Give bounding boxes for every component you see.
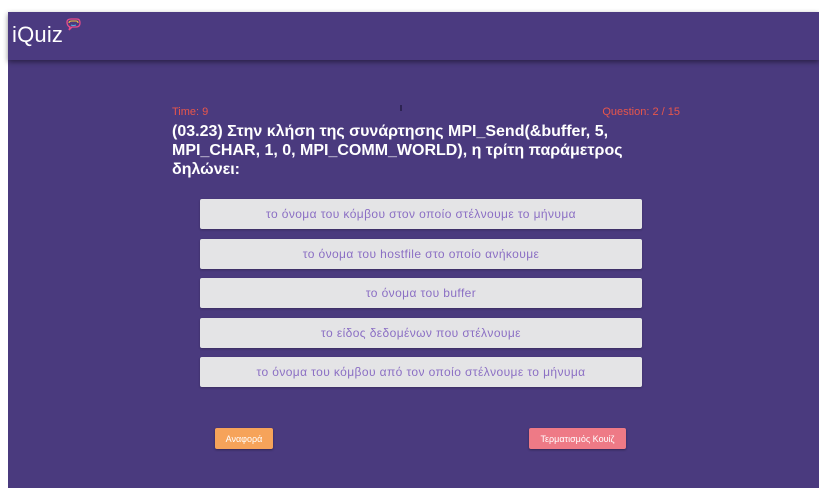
quiz-app: iQuiz Time: 9 Question: 2 / 15 (03.23) Σ…	[8, 12, 819, 488]
answer-option-5[interactable]: το όνομα του κόμβου από τον οποίο στέλνο…	[200, 357, 642, 387]
brand-logo[interactable]: iQuiz	[12, 18, 82, 48]
answer-option-3[interactable]: το όνομα του buffer	[200, 278, 642, 308]
answer-option-2[interactable]: το όνομα του hostfile στο οποίο ανήκουμε	[200, 238, 642, 269]
speech-bubble-logo-icon	[64, 16, 82, 34]
report-button[interactable]: Αναφορά	[215, 428, 273, 449]
answer-list: το όνομα του κόμβου στον οποίο στέλνουμε…	[200, 199, 642, 397]
brand-name: iQuiz	[12, 22, 64, 47]
mouse-cursor	[400, 105, 402, 111]
answer-option-4[interactable]: το είδος δεδομένων που στέλνουμε	[200, 317, 642, 348]
time-remaining: Time: 9	[172, 106, 209, 118]
end-quiz-button[interactable]: Τερματισμός Κουίζ	[529, 428, 626, 449]
question-counter: Question: 2 / 15	[602, 106, 680, 118]
top-app-bar: iQuiz	[8, 12, 819, 60]
answer-option-1[interactable]: το όνομα του κόμβου στον οποίο στέλνουμε…	[200, 199, 642, 229]
question-text: (03.23) Στην κλήση της συνάρτησης MPI_Se…	[172, 123, 623, 178]
window-frame: iQuiz Time: 9 Question: 2 / 15 (03.23) Σ…	[0, 0, 819, 488]
quiz-content: Time: 9 Question: 2 / 15 (03.23) Στην κλ…	[8, 60, 819, 488]
